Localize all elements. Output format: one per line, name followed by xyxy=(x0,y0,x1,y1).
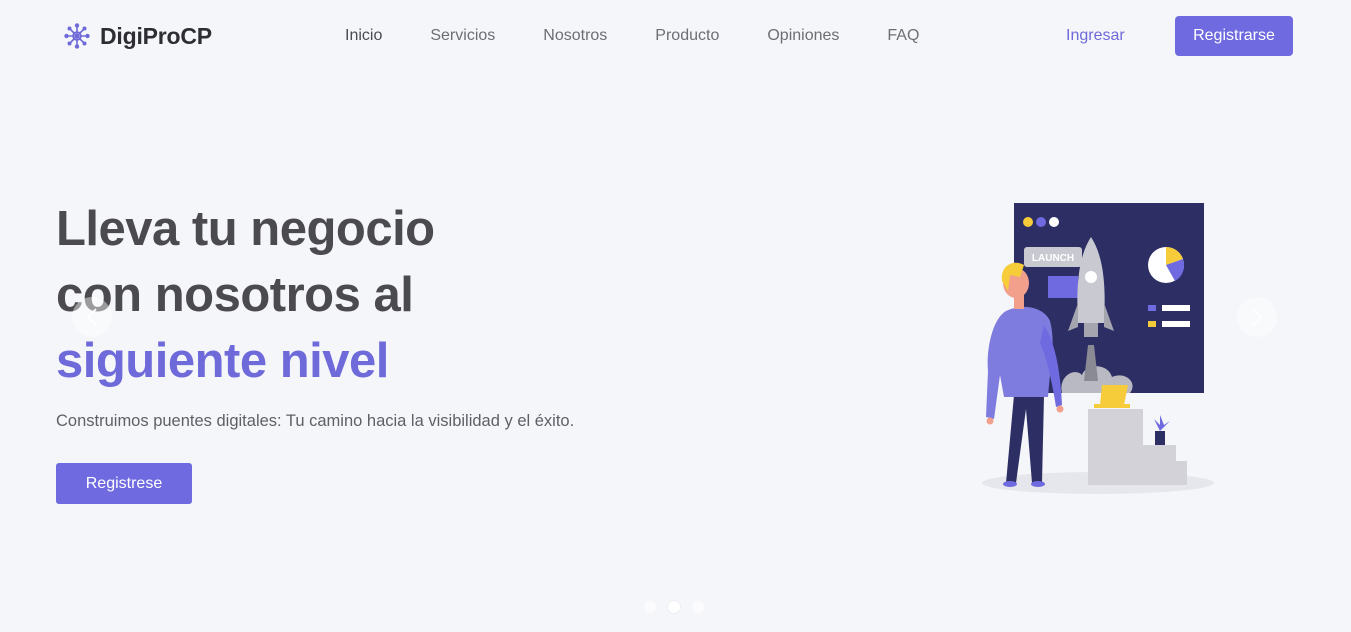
carousel-dot-3[interactable] xyxy=(692,601,704,613)
rocket-launch-illustration: LAUNCH xyxy=(982,203,1214,494)
chevron-right-icon xyxy=(1252,308,1263,326)
nav-link-producto[interactable]: Producto xyxy=(655,24,719,48)
navbar: DigiProCP Inicio Servicios Nosotros Prod… xyxy=(0,0,1351,72)
nav-link-opiniones[interactable]: Opiniones xyxy=(767,24,839,48)
nav-link-faq[interactable]: FAQ xyxy=(887,24,919,48)
carousel-prev-button[interactable] xyxy=(72,297,112,337)
carousel-dot-2[interactable] xyxy=(668,601,680,613)
nav-link-inicio[interactable]: Inicio xyxy=(345,24,382,48)
network-logo-icon xyxy=(64,23,90,49)
main-nav: Inicio Servicios Nosotros Producto Opini… xyxy=(345,24,967,48)
brand-name: DigiProCP xyxy=(100,22,212,49)
carousel-dot-1[interactable] xyxy=(644,601,656,613)
hero-title-accent: siguiente nivel xyxy=(56,334,389,388)
hero-subtitle: Construimos puentes digitales: Tu camino… xyxy=(56,412,575,430)
hero-title: Lleva tu negocio con nosotros al siguien… xyxy=(56,196,696,394)
launch-label: LAUNCH xyxy=(1032,253,1074,264)
nav-link-nosotros[interactable]: Nosotros xyxy=(543,24,607,48)
login-link[interactable]: Ingresar xyxy=(1066,24,1125,48)
chevron-left-icon xyxy=(86,308,97,326)
hero-title-line-2: con nosotros al xyxy=(56,268,414,322)
carousel-indicators xyxy=(644,601,704,613)
nav-link-servicios[interactable]: Servicios xyxy=(430,24,495,48)
register-button[interactable]: Registrarse xyxy=(1175,16,1293,56)
brand-logo-link[interactable]: DigiProCP xyxy=(64,20,212,52)
hero-illustration: LAUNCH xyxy=(970,195,1230,500)
hero-register-button[interactable]: Registrese xyxy=(56,463,192,504)
hero-title-line-1: Lleva tu negocio xyxy=(56,202,435,256)
carousel-next-button[interactable] xyxy=(1237,297,1277,337)
